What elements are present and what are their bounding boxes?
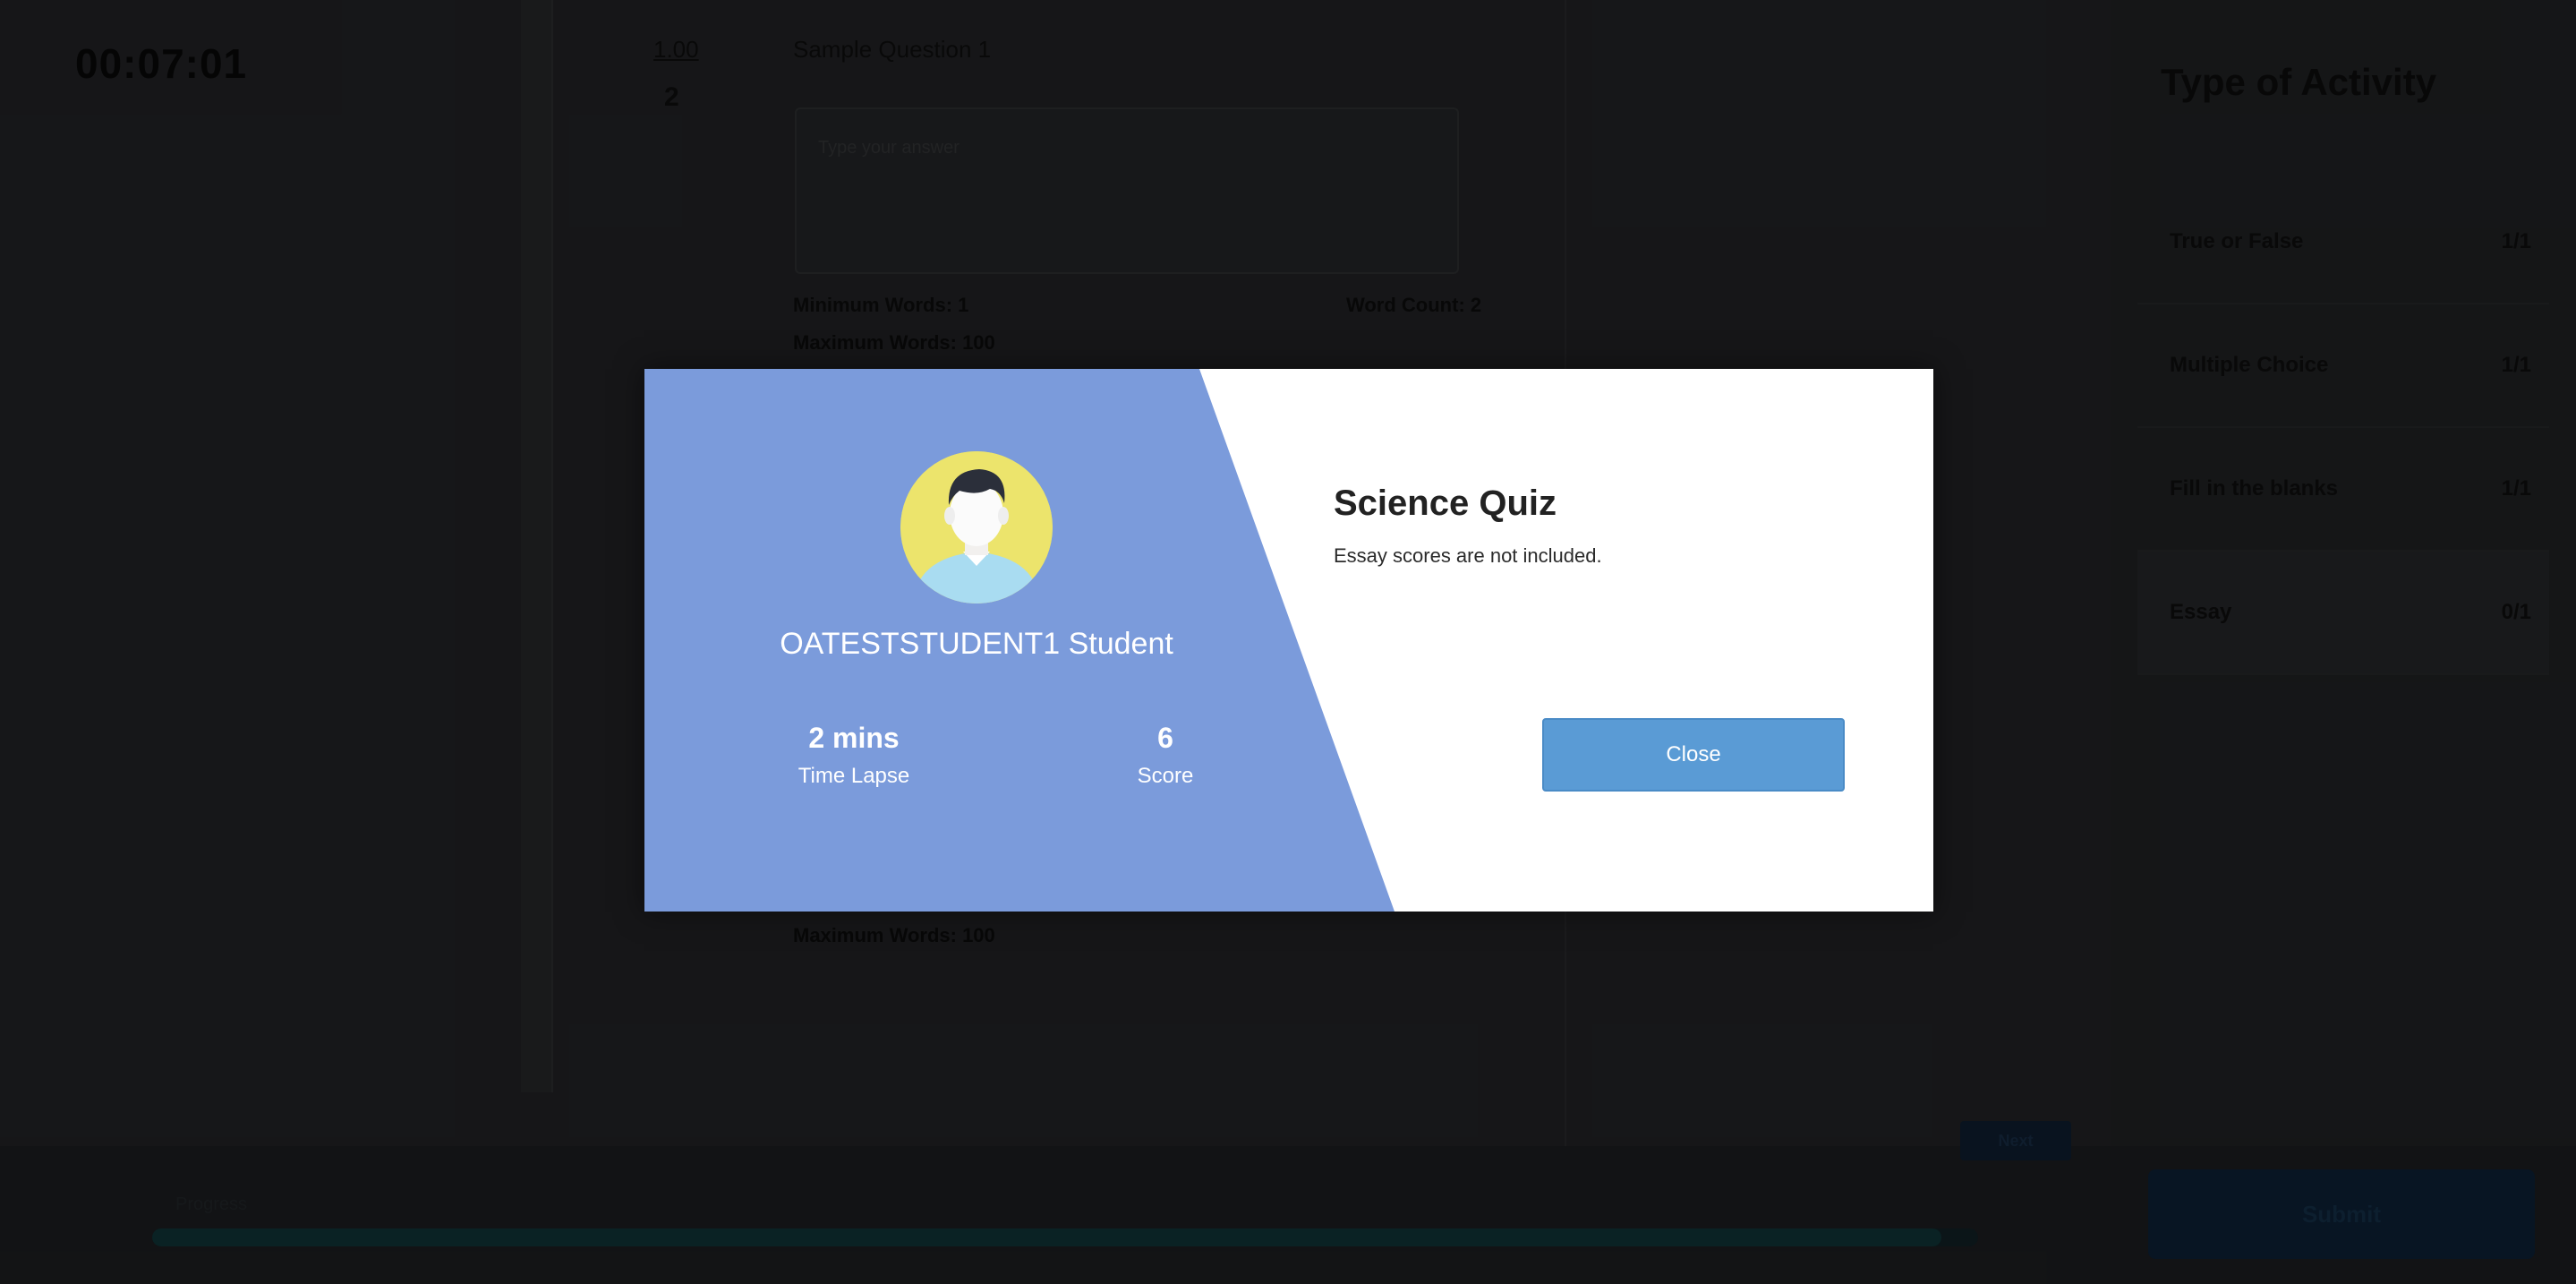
time-lapse-stat: 2 mins Time Lapse: [738, 722, 970, 789]
score-value: 6: [1157, 722, 1173, 754]
student-name: OATESTSTUDENT1 Student: [780, 627, 1173, 661]
student-avatar-icon: [900, 451, 1053, 603]
score-stat: 6 Score: [1049, 722, 1282, 789]
quiz-screen: 00:07:01 1.00 2 Sample Question 1 Type y…: [0, 0, 2576, 1284]
quiz-note: Essay scores are not included.: [1334, 544, 1602, 567]
quiz-result-modal: OATESTSTUDENT1 Student 2 mins Time Lapse…: [644, 369, 1933, 912]
quiz-title: Science Quiz: [1334, 484, 1557, 523]
close-button[interactable]: Close: [1542, 718, 1845, 792]
score-label: Score: [1137, 764, 1194, 788]
time-lapse-label: Time Lapse: [798, 764, 910, 788]
time-lapse-value: 2 mins: [808, 722, 900, 754]
